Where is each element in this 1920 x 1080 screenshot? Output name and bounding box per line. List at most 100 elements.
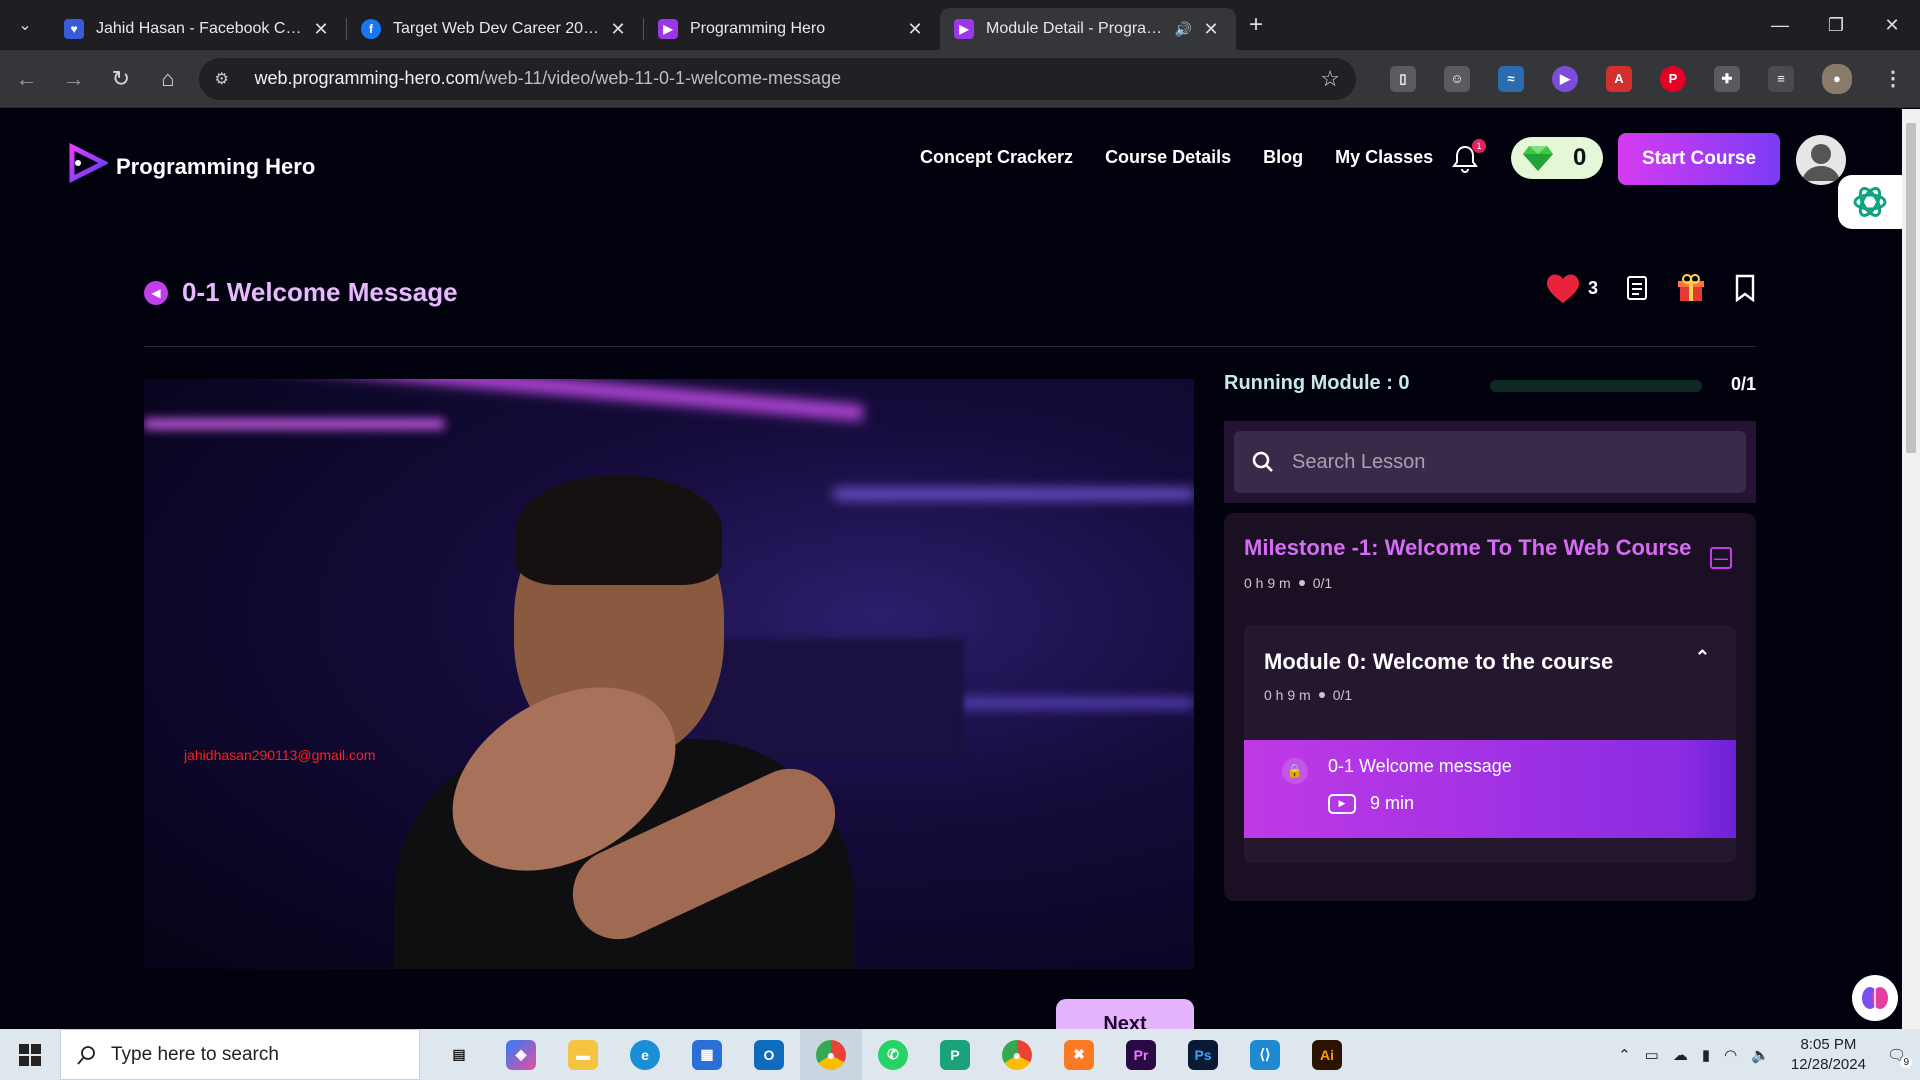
speaker-icon[interactable]: 🔊 <box>1175 21 1192 38</box>
edge-icon[interactable]: e <box>614 1029 676 1080</box>
user-silhouette-icon <box>1802 144 1840 181</box>
copilot-glyph: ◈ <box>506 1039 536 1070</box>
module-meta: 0 h 9 m 0/1 <box>1264 687 1716 703</box>
tab-search-icon[interactable]: ⌄ <box>0 0 50 50</box>
notification-center-icon[interactable]: 🗨 9 <box>1887 1046 1912 1068</box>
minimize-icon[interactable]: — <box>1752 0 1808 50</box>
wifi-icon[interactable]: ◠ <box>1724 1046 1737 1064</box>
home-icon[interactable]: ⌂ <box>147 57 188 101</box>
outlook-icon[interactable]: O <box>738 1029 800 1080</box>
reload-icon[interactable]: ↻ <box>100 57 141 101</box>
header-divider <box>144 346 1756 347</box>
brand-logo[interactable]: Programming Hero <box>64 141 315 193</box>
illustrator-icon[interactable]: Ai <box>1296 1029 1358 1080</box>
tab-close-icon[interactable]: ✕ <box>607 19 629 40</box>
gift-icon[interactable] <box>1676 273 1706 303</box>
forward-arrow-icon[interactable]: → <box>53 57 94 101</box>
nav-blog[interactable]: Blog <box>1263 147 1303 168</box>
pycharm-icon[interactable]: P <box>924 1029 986 1080</box>
url-text[interactable]: web.programming-hero.com/web-11/video/we… <box>255 68 1321 89</box>
lesson-item-active[interactable]: 🔒 0-1 Welcome message ▶ 9 min <box>1244 740 1736 838</box>
notification-bell-icon[interactable]: 1 <box>1452 139 1486 173</box>
address-bar[interactable]: ⚙ web.programming-hero.com/web-11/video/… <box>198 57 1356 100</box>
chevron-up-icon[interactable]: ⌃ <box>1695 647 1710 668</box>
vscode-glyph: ⟨⟩ <box>1250 1039 1280 1070</box>
onedrive-icon[interactable]: ☁ <box>1673 1046 1688 1064</box>
ai-brain-button[interactable] <box>1852 975 1898 1021</box>
tab-title: Programming Hero <box>690 20 826 37</box>
tab-close-icon[interactable]: ✕ <box>310 19 332 40</box>
windows-start-icon[interactable] <box>0 1029 60 1080</box>
scrollbar-thumb[interactable] <box>1906 123 1916 453</box>
pinterest-icon[interactable]: P <box>1659 65 1686 92</box>
tab-close-icon[interactable]: ✕ <box>904 19 926 40</box>
xampp-icon[interactable]: ✖ <box>1048 1029 1110 1080</box>
nav-concept-crackerz[interactable]: Concept Crackerz <box>920 147 1073 168</box>
lesson-search-input[interactable] <box>1292 450 1692 474</box>
task-view-icon[interactable]: ▤ <box>428 1029 490 1080</box>
site-info-icon[interactable]: ⚙ <box>215 69 241 89</box>
profile-avatar-icon[interactable]: ● <box>1821 63 1852 94</box>
chrome-icon[interactable]: ● <box>800 1029 862 1080</box>
premiere-icon[interactable]: Pr <box>1110 1029 1172 1080</box>
store-icon[interactable]: ▦ <box>676 1029 738 1080</box>
page-scrollbar[interactable] <box>1902 109 1920 1029</box>
page-content: Programming Hero Concept Crackerz Course… <box>0 109 1920 1029</box>
module-header[interactable]: Module 0: Welcome to the course ⌃ 0 h 9 … <box>1244 625 1736 735</box>
tab-title: Jahid Hasan - Facebook Cover - <box>96 20 310 37</box>
folder-glyph: ▬ <box>568 1039 598 1070</box>
next-button[interactable]: Next <box>1056 999 1194 1029</box>
vscode-icon[interactable]: ⟨⟩ <box>1234 1029 1296 1080</box>
browser-tab[interactable]: f Target Web Dev Career 2025 (B ✕ <box>347 8 643 50</box>
user-avatar[interactable] <box>1796 135 1846 185</box>
taskbar-clock[interactable]: 8:05 PM 12/28/2024 <box>1791 1035 1866 1075</box>
bookmark-star-icon[interactable]: ☆ <box>1320 66 1340 92</box>
notes-icon[interactable] <box>1626 275 1648 301</box>
extensions-puzzle-icon[interactable]: ✚ <box>1713 65 1740 92</box>
milestone-title[interactable]: Milestone -1: Welcome To The Web Course <box>1244 535 1736 561</box>
browser-tab[interactable]: ♥ Jahid Hasan - Facebook Cover - ✕ <box>50 8 346 50</box>
gem-counter[interactable]: 0 <box>1511 137 1603 179</box>
play-extension-icon[interactable]: ▶ <box>1551 65 1578 92</box>
new-tab-button[interactable]: + <box>1236 11 1276 39</box>
chrome-profile-icon[interactable]: ● <box>986 1029 1048 1080</box>
extensions-area: ▯ ☺ ≈ ▶ A P ✚ ≡ ● ⋮ <box>1376 63 1920 94</box>
chatgpt-assistant-button[interactable] <box>1838 175 1902 229</box>
reading-list-icon[interactable]: ▯ <box>1389 65 1416 92</box>
file-explorer-icon[interactable]: ▬ <box>552 1029 614 1080</box>
nav-my-classes[interactable]: My Classes <box>1335 147 1433 168</box>
media-controls-icon[interactable]: ≡ <box>1767 65 1794 92</box>
volume-icon[interactable]: 🔈 <box>1751 1046 1770 1064</box>
lesson-title: 0-1 Welcome Message <box>182 277 458 307</box>
premiere-glyph: Pr <box>1126 1039 1156 1070</box>
video-player[interactable]: jahidhasan290113@gmail.com <box>144 379 1194 969</box>
back-arrow-icon[interactable]: ◀ <box>144 280 168 305</box>
back-arrow-icon[interactable]: ← <box>6 57 47 101</box>
collapse-minus-icon[interactable]: — <box>1710 547 1732 569</box>
people-extension-icon[interactable]: ☺ <box>1443 65 1470 92</box>
outlook-glyph: O <box>754 1039 784 1070</box>
background-light <box>144 419 444 429</box>
browser-tab-active[interactable]: ▶ Module Detail - Programmi 🔊 ✕ <box>940 8 1236 50</box>
photoshop-icon[interactable]: Ps <box>1172 1029 1234 1080</box>
battery-icon[interactable]: ▮ <box>1702 1046 1710 1064</box>
nav-course-details[interactable]: Course Details <box>1105 147 1231 168</box>
whatsapp-icon[interactable]: ✆ <box>862 1029 924 1080</box>
restore-icon[interactable]: ❐ <box>1808 0 1864 50</box>
device-icon[interactable]: ▭ <box>1645 1046 1659 1064</box>
tab-close-icon[interactable]: ✕ <box>1200 19 1222 40</box>
close-window-icon[interactable]: ✕ <box>1864 0 1920 50</box>
like-button[interactable]: 3 <box>1544 271 1598 305</box>
wave-extension-icon[interactable]: ≈ <box>1497 65 1524 92</box>
bookmark-icon[interactable] <box>1734 274 1756 302</box>
chevron-up-icon[interactable]: ⌃ <box>1618 1046 1631 1064</box>
url-host: web.programming-hero.com <box>254 68 480 88</box>
start-course-button[interactable]: Start Course <box>1618 133 1780 185</box>
browser-menu-icon[interactable]: ⋮ <box>1880 66 1906 92</box>
taskbar-search[interactable]: Type here to search <box>60 1029 420 1080</box>
site-header: Programming Hero Concept Crackerz Course… <box>0 109 1902 209</box>
browser-tab[interactable]: ▶ Programming Hero ✕ <box>644 8 940 50</box>
milestone-meta: 0 h 9 m 0/1 <box>1244 575 1736 591</box>
pdf-extension-icon[interactable]: A <box>1605 65 1632 92</box>
copilot-icon[interactable]: ◈ <box>490 1029 552 1080</box>
